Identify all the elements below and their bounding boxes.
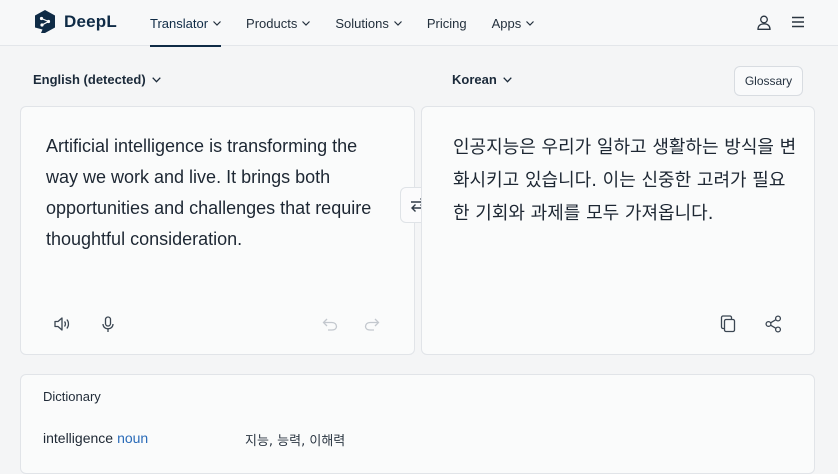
deepl-logo[interactable]: DeepL [34, 9, 117, 35]
source-text-panel[interactable]: Artificial intelligence is transforming … [20, 106, 415, 355]
nav-apps-label: Apps [491, 15, 522, 31]
chevron-down-icon [393, 20, 402, 26]
nav-pricing-label: Pricing [426, 15, 467, 31]
dictionary-entry-translations: 지능, 능력, 이해력 [245, 434, 346, 449]
chevron-down-icon [151, 76, 161, 83]
speaker-icon[interactable] [51, 313, 73, 335]
top-right-icons [740, 12, 808, 32]
share-icon[interactable] [762, 313, 784, 335]
chevron-down-icon [213, 20, 221, 26]
nav-products-label: Products [246, 15, 298, 31]
translation-output: 인공지능은 우리가 일하고 생활하는 방식을 변화시키고 있습니다. 이는 신중… [453, 137, 797, 224]
chevron-down-icon [302, 20, 311, 26]
glossary-button[interactable]: Glossary [734, 66, 803, 96]
redo-icon[interactable] [361, 313, 383, 335]
undo-icon[interactable] [319, 313, 341, 335]
nav-products[interactable]: Products [246, 0, 311, 46]
source-language-label: English (detected) [33, 72, 146, 87]
main-nav: Translator Products Solutions Pricing Ap… [150, 0, 559, 47]
term-part-of-speech: noun [117, 430, 149, 446]
nav-apps[interactable]: Apps [492, 0, 535, 46]
nav-solutions[interactable]: Solutions [335, 0, 402, 46]
app-name: DeepL [64, 12, 117, 31]
target-language-label: Korean [452, 72, 497, 87]
dictionary-entry-term[interactable]: intelligence noun [43, 430, 148, 446]
top-navigation-bar: DeepL Translator Products Solutions Pric… [0, 0, 838, 47]
chevron-down-icon [526, 20, 535, 26]
nav-translator-label: Translator [150, 15, 209, 31]
target-text-panel: 인공지능은 우리가 일하고 생활하는 방식을 변화시키고 있습니다. 이는 신중… [421, 106, 815, 355]
copy-icon[interactable] [717, 313, 739, 335]
source-textarea[interactable]: Artificial intelligence is transforming … [46, 131, 386, 255]
nav-pricing[interactable]: Pricing [427, 0, 467, 46]
dictionary-title: Dictionary [43, 389, 101, 404]
deepl-logo-icon [35, 10, 55, 33]
dictionary-panel: Dictionary intelligence noun 지능, 능력, 이해력 [20, 374, 815, 474]
hamburger-menu-icon[interactable] [788, 12, 808, 32]
term-word: intelligence [43, 430, 114, 446]
chevron-down-icon [503, 76, 512, 83]
nav-translator[interactable]: Translator [150, 0, 222, 47]
user-icon[interactable] [754, 12, 774, 32]
nav-solutions-label: Solutions [335, 15, 389, 31]
target-language-selector[interactable]: Korean [452, 72, 512, 87]
source-language-selector[interactable]: English (detected) [33, 72, 161, 87]
microphone-icon[interactable] [97, 313, 119, 335]
